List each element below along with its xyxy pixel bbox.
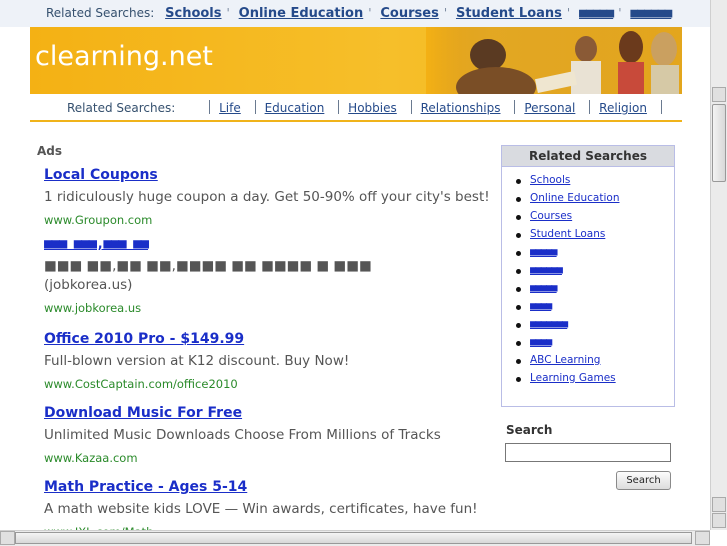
nav-link-relationships[interactable]: Relationships: [421, 101, 501, 115]
ad-title-link[interactable]: Math Practice - Ages 5-14: [44, 479, 478, 495]
search-input[interactable]: [505, 443, 671, 462]
list-item: Student Loans: [515, 228, 619, 246]
related-searches-heading: Related Searches: [502, 146, 674, 167]
category-nav: Related Searches: Life Education Hobbies…: [30, 94, 682, 122]
ad-title-link[interactable]: ■■■ ■■■,■■■ ■■: [44, 236, 372, 252]
top-related-bar: Related Searches: Schools ' Online Educat…: [0, 0, 710, 27]
list-item: ■■■■: [515, 336, 619, 354]
vertical-scrollbar[interactable]: [710, 0, 727, 530]
top-link-student-loans[interactable]: Student Loans: [456, 6, 562, 21]
ad-url[interactable]: www.jobkorea.us: [44, 301, 372, 315]
related-searches-list: Schools Online Education Courses Student…: [515, 174, 619, 390]
related-link-student-loans[interactable]: Student Loans: [530, 228, 605, 240]
list-item: Online Education: [515, 192, 619, 210]
related-link-korean[interactable]: ■■■■■: [530, 246, 558, 258]
scroll-left-arrow-icon[interactable]: [0, 531, 15, 545]
ads-label: Ads: [37, 144, 63, 158]
top-related-label: Related Searches:: [46, 6, 155, 20]
nav-link-personal[interactable]: Personal: [524, 101, 575, 115]
related-link-courses[interactable]: Courses: [530, 210, 572, 222]
top-link-courses[interactable]: Courses: [380, 6, 438, 21]
nav-related-label: Related Searches:: [67, 101, 176, 115]
scroll-down-arrow-icon[interactable]: [712, 513, 726, 528]
ad-description: 1 ridiculously huge coupon a day. Get 50…: [44, 189, 490, 205]
horizontal-scroll-thumb[interactable]: [15, 532, 692, 544]
related-link-korean[interactable]: ■■■■■■: [530, 264, 563, 276]
nav-link-life[interactable]: Life: [219, 101, 241, 115]
scroll-right-arrow-icon[interactable]: [695, 531, 710, 545]
nav-link-religion[interactable]: Religion: [599, 101, 647, 115]
horizontal-scrollbar[interactable]: [0, 530, 710, 546]
list-item: ■■■■■: [515, 282, 619, 300]
ad-url[interactable]: www.Groupon.com: [44, 213, 490, 227]
scroll-up-arrow-icon[interactable]: [712, 87, 726, 102]
nav-link-hobbies[interactable]: Hobbies: [348, 101, 397, 115]
ad-description: A math website kids LOVE — Win awards, c…: [44, 501, 478, 517]
related-searches-box: Related Searches Schools Online Educatio…: [501, 145, 675, 407]
ad-item: Office 2010 Pro - $149.99 Full-blown ver…: [44, 331, 349, 391]
list-item: ■■■■■■: [515, 264, 619, 282]
scroll-up-arrow-icon[interactable]: [712, 497, 726, 512]
ad-description: Unlimited Music Downloads Choose From Mi…: [44, 427, 441, 443]
students-photo: [426, 27, 682, 94]
related-link-korean[interactable]: ■■■■: [530, 300, 552, 312]
related-link-learning-games[interactable]: Learning Games: [530, 372, 616, 384]
search-label: Search: [506, 423, 553, 437]
vertical-scroll-thumb[interactable]: [712, 104, 726, 182]
search-button[interactable]: Search: [616, 471, 671, 490]
list-item: Schools: [515, 174, 619, 192]
top-link-schools[interactable]: Schools: [165, 6, 221, 21]
list-item: ■■■■■: [515, 246, 619, 264]
related-link-schools[interactable]: Schools: [530, 174, 570, 186]
site-banner: clearning.net: [30, 27, 682, 94]
top-link-online-education[interactable]: Online Education: [239, 6, 364, 21]
related-link-abc-learning[interactable]: ABC Learning: [530, 354, 600, 366]
site-title[interactable]: clearning.net: [35, 41, 213, 72]
ad-title-link[interactable]: Download Music For Free: [44, 405, 441, 421]
ad-item: Download Music For Free Unlimited Music …: [44, 405, 441, 465]
ad-item: ■■■ ■■■,■■■ ■■ ■■■ ■■,■■ ■■,■■■■ ■■ ■■■■…: [44, 236, 372, 315]
ad-title-link[interactable]: Office 2010 Pro - $149.99: [44, 331, 349, 347]
ad-description: Full-blown version at K12 discount. Buy …: [44, 353, 350, 369]
list-item: ABC Learning: [515, 354, 619, 372]
ad-url[interactable]: www.CostCaptain.com/office2010: [44, 377, 349, 391]
list-item: Learning Games: [515, 372, 619, 390]
list-item: ■■■■■■■: [515, 318, 619, 336]
related-link-korean[interactable]: ■■■■■: [530, 282, 558, 294]
top-link-korean-2[interactable]: ■■■■■■: [630, 6, 672, 21]
ad-description: ■■■ ■■,■■ ■■,■■■■ ■■ ■■■■ ■ ■■■ (jobkore…: [44, 258, 372, 293]
related-link-korean[interactable]: ■■■■: [530, 336, 552, 348]
related-link-online-education[interactable]: Online Education: [530, 192, 619, 204]
top-related-links: Related Searches: Schools ' Online Educat…: [46, 6, 672, 21]
nav-link-education[interactable]: Education: [265, 101, 325, 115]
list-item: ■■■■: [515, 300, 619, 318]
list-item: Courses: [515, 210, 619, 228]
ad-url[interactable]: www.Kazaa.com: [44, 451, 441, 465]
ad-title-link[interactable]: Local Coupons: [44, 167, 490, 183]
top-link-korean-1[interactable]: ■■■■■: [579, 6, 614, 21]
ad-item: Local Coupons 1 ridiculously huge coupon…: [44, 167, 490, 227]
related-link-korean[interactable]: ■■■■■■■: [530, 318, 568, 330]
